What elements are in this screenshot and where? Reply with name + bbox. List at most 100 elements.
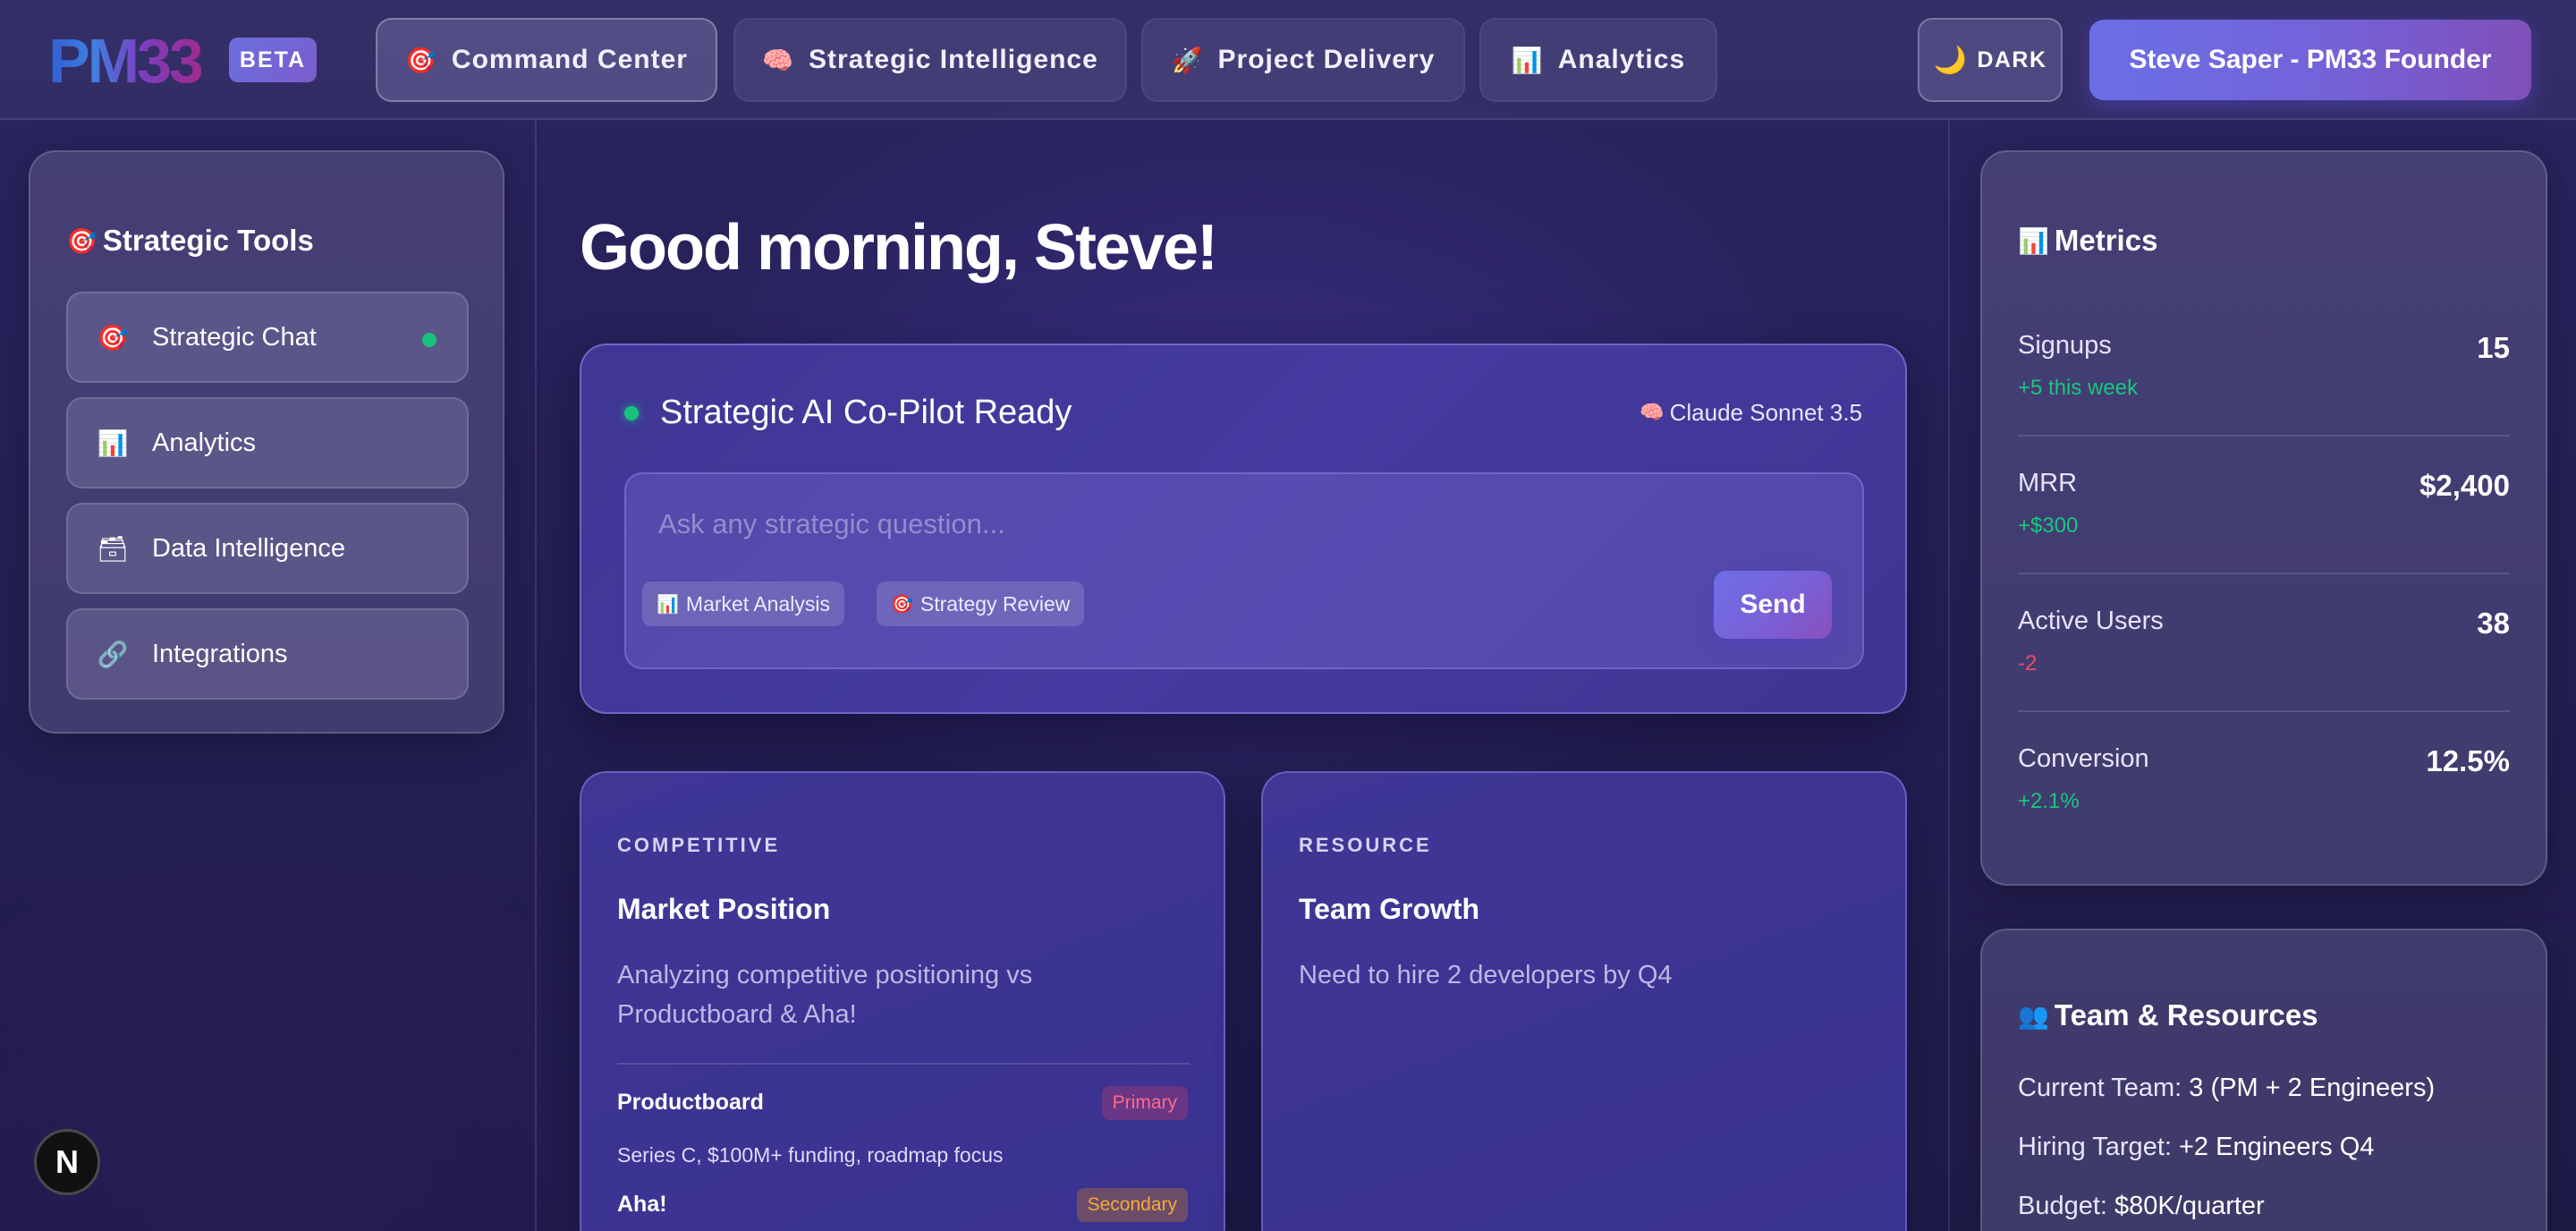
nav-label: Analytics xyxy=(1557,45,1686,74)
team-budget: Budget: $80K/quarter xyxy=(2018,1192,2265,1221)
bar-chart-icon: 📊 xyxy=(2018,225,2049,256)
nav-project-delivery[interactable]: 🚀 Project Delivery xyxy=(1141,18,1465,102)
panel-title-text: Metrics xyxy=(2054,224,2158,257)
nextjs-devtools-button[interactable]: N xyxy=(34,1129,100,1195)
panel-title-text: Strategic Tools xyxy=(102,224,314,257)
left-column-divider xyxy=(535,120,537,1231)
card-description: Need to hire 2 developers by Q4 xyxy=(1299,961,1673,989)
tool-item-strategic-chat[interactable]: 🎯 Strategic Chat xyxy=(66,292,469,383)
metric-delta-conversion: +2.1% xyxy=(2018,789,2080,813)
metric-value-conversion: 12.5% xyxy=(2426,744,2510,777)
team-line-value: 3 (PM + 2 Engineers) xyxy=(2189,1074,2436,1102)
secondary-competitor-tag: Secondary xyxy=(1076,1188,1188,1222)
card-category: RESOURCE xyxy=(1299,834,1432,856)
bar-chart-icon: 📊 xyxy=(657,593,679,615)
metric-divider xyxy=(2018,435,2510,437)
target-icon: 🎯 xyxy=(66,225,97,256)
team-line-value: +2 Engineers Q4 xyxy=(2179,1133,2375,1161)
metric-delta-active-users: -2 xyxy=(2018,651,2038,675)
theme-label: DARK xyxy=(1977,47,2047,72)
metric-delta-signups: +5 this week xyxy=(2018,376,2139,400)
team-growth-card[interactable]: RESOURCE Team Growth Need to hire 2 deve… xyxy=(1261,771,1907,1231)
team-resources-panel: 👥 Team & Resources Current Team: 3 (PM +… xyxy=(1980,929,2547,1231)
metric-label-conversion: Conversion xyxy=(2018,744,2149,773)
metric-label-signups: Signups xyxy=(2018,331,2112,360)
moon-icon: 🌙 xyxy=(1933,44,1969,76)
team-line-label: Current Team: xyxy=(2018,1074,2182,1102)
metric-label-mrr: MRR xyxy=(2018,469,2078,497)
metric-divider xyxy=(2018,573,2510,574)
strategy-review-chip[interactable]: 🎯 Strategy Review xyxy=(877,582,1085,626)
target-icon: 🎯 xyxy=(891,593,913,615)
bar-chart-icon: 📊 xyxy=(1511,45,1544,75)
link-icon: 🔗 xyxy=(97,639,129,669)
greeting-heading: Good morning, Steve! xyxy=(580,212,1218,284)
team-current: Current Team: 3 (PM + 2 Engineers) xyxy=(2018,1074,2435,1103)
primary-competitor-tag: Primary xyxy=(1101,1086,1188,1120)
metric-label-active-users: Active Users xyxy=(2018,607,2164,635)
ai-copilot-card: Strategic AI Co-Pilot Ready 🧠 Claude Son… xyxy=(580,344,1907,714)
card-title: Market Position xyxy=(617,893,831,925)
chat-composer: 📊 Market Analysis 🎯 Strategy Review Send xyxy=(624,472,1864,669)
card-divider xyxy=(617,1063,1190,1065)
nav-label: Strategic Intelligence xyxy=(809,45,1098,74)
card-file-box-icon: 🗃 xyxy=(97,533,129,564)
tool-item-analytics[interactable]: 📊 Analytics xyxy=(66,397,469,488)
strategic-tools-panel: 🎯 Strategic Tools 🎯 Strategic Chat 📊 Ana… xyxy=(29,150,504,734)
competitor-name: Aha! xyxy=(617,1192,667,1217)
team-line-label: Hiring Target: xyxy=(2018,1133,2172,1161)
ready-status-dot xyxy=(624,406,639,420)
tool-item-label: Strategic Chat xyxy=(152,322,317,352)
card-category: COMPETITIVE xyxy=(617,834,781,856)
top-nav-bar: PM33 BETA 🎯 Command Center 🧠 Strategic I… xyxy=(0,0,2576,120)
panel-title-text: Team & Resources xyxy=(2054,998,2318,1031)
model-label: 🧠 Claude Sonnet 3.5 xyxy=(1640,399,1862,427)
tool-item-label: Data Intelligence xyxy=(152,533,346,563)
team-resources-title: 👥 Team & Resources xyxy=(2018,998,2318,1032)
competitor-name: Productboard xyxy=(617,1090,764,1115)
online-status-dot xyxy=(422,333,436,347)
pm33-logo[interactable]: PM33 xyxy=(48,27,204,95)
user-profile-button[interactable]: Steve Saper - PM33 Founder xyxy=(2089,20,2531,100)
model-name: Claude Sonnet 3.5 xyxy=(1669,399,1862,426)
nav-strategic-intelligence[interactable]: 🧠 Strategic Intelligence xyxy=(733,18,1127,102)
competitor-detail: Series C, $100M+ funding, roadmap focus xyxy=(617,1143,1004,1167)
nav-label: Command Center xyxy=(451,45,688,74)
team-hiring-target: Hiring Target: +2 Engineers Q4 xyxy=(2018,1133,2374,1162)
beta-badge: BETA xyxy=(229,38,317,82)
market-position-card[interactable]: COMPETITIVE Market Position Analyzing co… xyxy=(580,771,1225,1231)
people-icon: 👥 xyxy=(2018,1000,2049,1031)
metric-value-signups: 15 xyxy=(2477,331,2510,364)
strategic-question-input[interactable] xyxy=(658,501,1732,548)
tool-item-integrations[interactable]: 🔗 Integrations xyxy=(66,608,469,700)
card-description: Analyzing competitive positioning vs Pro… xyxy=(617,961,1033,1029)
nav-command-center[interactable]: 🎯 Command Center xyxy=(376,18,717,102)
tool-item-label: Integrations xyxy=(152,639,288,668)
market-analysis-chip[interactable]: 📊 Market Analysis xyxy=(642,582,844,626)
bar-chart-icon: 📊 xyxy=(97,428,129,458)
chip-label: Strategy Review xyxy=(919,591,1071,616)
metric-value-active-users: 38 xyxy=(2477,607,2510,640)
metric-divider xyxy=(2018,710,2510,712)
send-button[interactable]: Send xyxy=(1714,571,1832,639)
brain-icon: 🧠 xyxy=(1640,402,1665,424)
team-line-value: $80K/quarter xyxy=(2114,1192,2265,1220)
copilot-title: Strategic AI Co-Pilot Ready xyxy=(660,394,1072,431)
brain-icon: 🧠 xyxy=(762,45,795,75)
metrics-panel: 📊 Metrics Signups 15 +5 this week MRR $2… xyxy=(1980,150,2547,886)
metric-delta-mrr: +$300 xyxy=(2018,514,2079,538)
card-title: Team Growth xyxy=(1299,893,1480,925)
chip-label: Market Analysis xyxy=(685,591,830,616)
tool-item-data-intelligence[interactable]: 🗃 Data Intelligence xyxy=(66,503,469,594)
right-column-divider xyxy=(1948,120,1950,1231)
nav-label: Project Delivery xyxy=(1217,45,1436,74)
tool-item-label: Analytics xyxy=(152,428,257,457)
team-line-label: Budget: xyxy=(2018,1192,2107,1220)
target-icon: 🎯 xyxy=(405,45,437,75)
target-icon: 🎯 xyxy=(97,322,129,352)
metric-value-mrr: $2,400 xyxy=(2419,469,2510,502)
theme-toggle-button[interactable]: 🌙 DARK xyxy=(1918,18,2063,102)
metrics-title: 📊 Metrics xyxy=(2018,224,2157,258)
nav-analytics[interactable]: 📊 Analytics xyxy=(1479,18,1717,102)
strategic-tools-title: 🎯 Strategic Tools xyxy=(66,224,314,258)
